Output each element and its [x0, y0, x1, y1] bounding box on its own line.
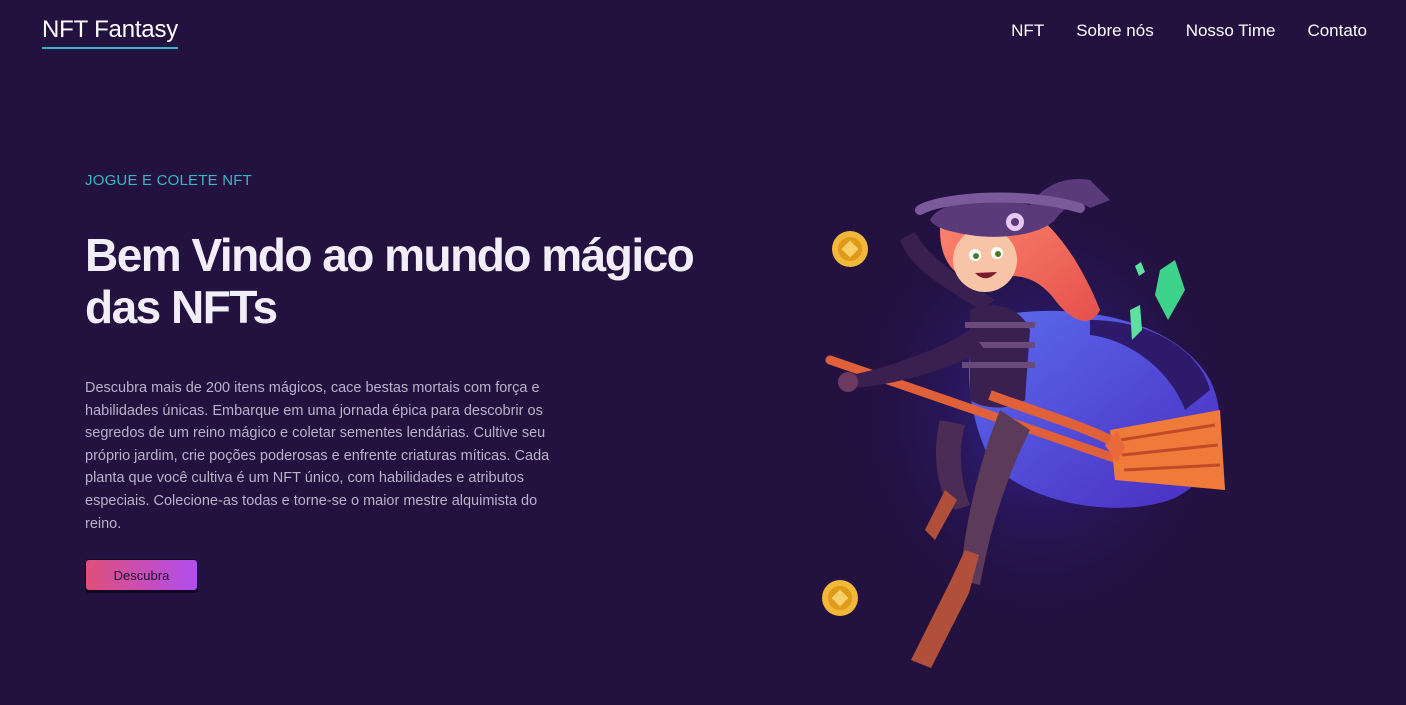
hero-eyebrow: JOGUE E COLETE NFT: [85, 172, 252, 189]
descubra-button[interactable]: Descubra: [85, 559, 198, 592]
nav-link-contato[interactable]: Contato: [1307, 21, 1367, 41]
nav-link-nft[interactable]: NFT: [1011, 21, 1044, 41]
nav-links: NFT Sobre nós Nosso Time Contato: [1011, 21, 1367, 41]
witch-on-broom-illustration: [822, 179, 1240, 668]
hero-headline: Bem Vindo ao mundo mágico das NFTs: [85, 229, 725, 333]
hero-description: Descubra mais de 200 itens mágicos, cace…: [85, 380, 550, 532]
hero-headline-line1: Bem Vindo ao mundo mágico: [85, 229, 695, 281]
nav-link-nosso-time[interactable]: Nosso Time: [1186, 21, 1276, 41]
hero-text: JOGUE E COLETE NFT Bem Vindo ao mundo má…: [85, 172, 725, 592]
witch-illustration: [790, 160, 1250, 700]
nav-link-sobre-nos[interactable]: Sobre nós: [1076, 21, 1154, 41]
brand-logo[interactable]: NFT Fantasy: [42, 16, 178, 49]
witch-body: [970, 305, 1030, 408]
hero-headline-line2: das NFTs: [85, 281, 278, 333]
witch-face: [953, 228, 1017, 292]
navbar: NFT Fantasy NFT Sobre nós Nosso Time Con…: [0, 0, 1406, 64]
coin-icon: [822, 580, 858, 616]
coin-icon: [832, 231, 868, 267]
